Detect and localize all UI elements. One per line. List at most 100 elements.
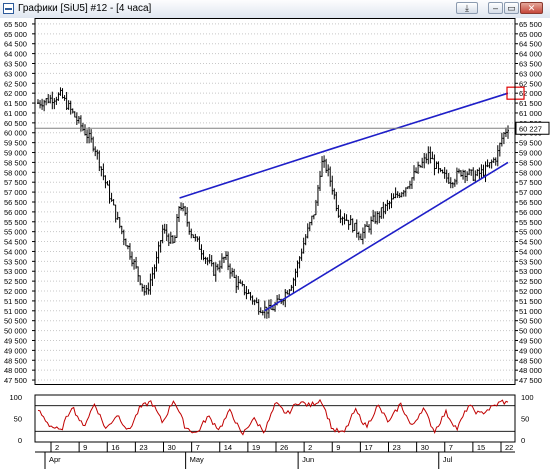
month-label: May (190, 455, 204, 464)
price-tick-label-left: 49 000 (4, 346, 27, 355)
price-tick-label-left: 57 500 (4, 178, 27, 187)
price-tick-label-right: 57 500 (519, 178, 542, 187)
price-tick-label-right: 59 000 (519, 149, 542, 158)
day-tick-label: 17 (364, 443, 372, 452)
price-tick-label-left: 48 500 (4, 356, 27, 365)
price-tick-label-right: 53 500 (519, 257, 542, 266)
day-tick-label: 7 (449, 443, 453, 452)
price-chart[interactable]: 65 50065 00064 50064 00063 50063 00062 5… (0, 18, 550, 469)
current-price-label: 60 227 (519, 124, 542, 133)
price-tick-label-right: 49 500 (519, 336, 542, 345)
price-tick-label-right: 53 000 (519, 267, 542, 276)
price-tick-label-left: 59 000 (4, 149, 27, 158)
day-tick-label: 9 (336, 443, 340, 452)
price-tick-label-left: 57 000 (4, 188, 27, 197)
price-tick-label-right: 58 500 (519, 158, 542, 167)
oscillator-tick-right: 50 (521, 415, 529, 424)
price-tick-label-left: 61 000 (4, 109, 27, 118)
close-button[interactable]: ✕ (520, 2, 543, 14)
day-tick-label: 19 (252, 443, 260, 452)
price-tick-label-left: 63 000 (4, 69, 27, 78)
price-tick-label-left: 61 500 (4, 99, 27, 108)
price-tick-label-left: 64 000 (4, 50, 27, 59)
price-tick-label-right: 52 500 (519, 277, 542, 286)
price-tick-label-left: 58 000 (4, 168, 27, 177)
day-tick-label: 2 (308, 443, 312, 452)
price-tick-label-left: 51 000 (4, 307, 27, 316)
price-tick-label-left: 62 000 (4, 89, 27, 98)
price-tick-label-right: 61 000 (519, 109, 542, 118)
price-tick-label-right: 48 500 (519, 356, 542, 365)
minimize-button[interactable]: – (488, 2, 503, 14)
day-tick-label: 23 (139, 443, 147, 452)
price-tick-label-left: 50 000 (4, 327, 27, 336)
price-tick-label-left: 60 500 (4, 119, 27, 128)
price-tick-label-right: 52 000 (519, 287, 542, 296)
price-tick-label-left: 53 000 (4, 267, 27, 276)
price-tick-label-left: 65 500 (4, 20, 27, 29)
price-tick-label-right: 63 500 (519, 60, 542, 69)
oscillator-tick-left: 0 (18, 436, 22, 445)
price-tick-label-right: 62 000 (519, 89, 542, 98)
month-label: Apr (49, 455, 61, 464)
price-tick-label-left: 60 000 (4, 129, 27, 138)
price-tick-label-left: 50 500 (4, 317, 27, 326)
price-tick-label-right: 51 000 (519, 307, 542, 316)
price-tick-label-right: 48 000 (519, 366, 542, 375)
day-tick-label: 16 (111, 443, 119, 452)
price-tick-label-right: 50 500 (519, 317, 542, 326)
price-tick-label-left: 54 500 (4, 238, 27, 247)
day-tick-label: 14 (224, 443, 232, 452)
window-title: Графики [SiU5] #12 - [4 часа] (18, 3, 152, 14)
price-tick-label-right: 57 000 (519, 188, 542, 197)
price-tick-label-left: 52 000 (4, 287, 27, 296)
price-axis-right: 65 50065 00064 50064 00063 50063 00062 5… (515, 20, 542, 385)
price-tick-label-right: 64 500 (519, 40, 542, 49)
price-tick-label-right: 54 500 (519, 238, 542, 247)
price-tick-label-left: 47 500 (4, 376, 27, 385)
price-tick-label-right: 56 000 (519, 208, 542, 217)
download-button[interactable]: ⤓ (456, 2, 478, 14)
price-tick-label-right: 54 000 (519, 247, 542, 256)
day-tick-label: 23 (393, 443, 401, 452)
price-tick-label-right: 59 500 (519, 139, 542, 148)
restore-button[interactable]: ▭ (504, 2, 519, 14)
price-tick-label-right: 49 000 (519, 346, 542, 355)
price-tick-label-left: 49 500 (4, 336, 27, 345)
price-tick-label-left: 48 000 (4, 366, 27, 375)
day-tick-label: 26 (280, 443, 288, 452)
price-tick-label-right: 55 500 (519, 218, 542, 227)
price-tick-label-left: 51 500 (4, 297, 27, 306)
chart-window-icon (3, 3, 14, 14)
month-label: Jul (443, 455, 453, 464)
price-tick-label-left: 64 500 (4, 40, 27, 49)
price-tick-label-left: 55 000 (4, 228, 27, 237)
oscillator-tick-right: 100 (521, 393, 534, 402)
price-tick-label-left: 65 000 (4, 30, 27, 39)
price-tick-label-right: 51 500 (519, 297, 542, 306)
day-tick-label: 30 (421, 443, 429, 452)
price-tick-label-left: 54 000 (4, 247, 27, 256)
day-tick-label: 30 (168, 443, 176, 452)
price-tick-label-right: 63 000 (519, 69, 542, 78)
day-tick-label: 2 (55, 443, 59, 452)
price-tick-label-left: 56 000 (4, 208, 27, 217)
day-tick-label: 9 (83, 443, 87, 452)
price-tick-label-right: 55 000 (519, 228, 542, 237)
price-tick-label-right: 61 500 (519, 99, 542, 108)
price-tick-label-left: 62 500 (4, 79, 27, 88)
price-tick-label-left: 53 500 (4, 257, 27, 266)
price-tick-label-right: 58 000 (519, 168, 542, 177)
price-tick-label-right: 56 500 (519, 198, 542, 207)
price-tick-label-left: 58 500 (4, 158, 27, 167)
price-tick-label-right: 64 000 (519, 50, 542, 59)
price-tick-label-left: 52 500 (4, 277, 27, 286)
price-tick-label-right: 50 000 (519, 327, 542, 336)
title-bar: Графики [SiU5] #12 - [4 часа] ⤓ – ▭ ✕ (0, 0, 550, 19)
oscillator-tick-right: 0 (521, 436, 525, 445)
price-tick-label-left: 56 500 (4, 198, 27, 207)
month-label: Jun (302, 455, 314, 464)
oscillator-tick-left: 100 (9, 393, 22, 402)
price-tick-label-left: 59 500 (4, 139, 27, 148)
day-tick-label: 7 (196, 443, 200, 452)
